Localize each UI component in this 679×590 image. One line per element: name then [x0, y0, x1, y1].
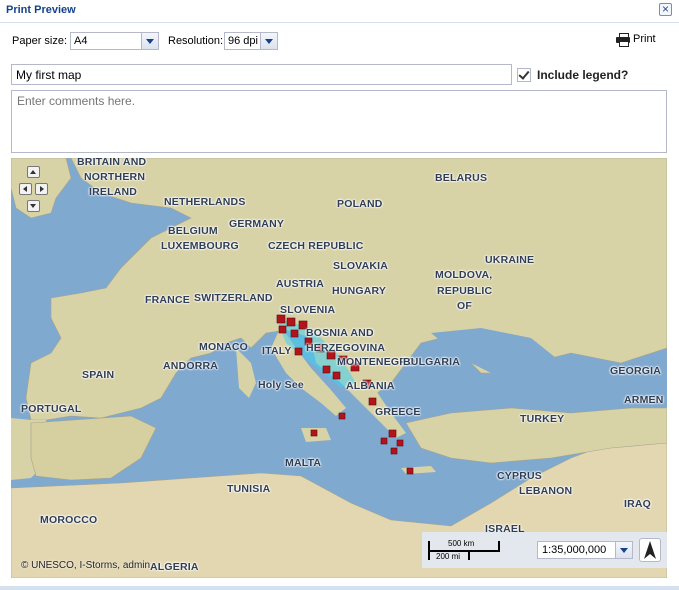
map-label: MOLDOVA, — [435, 269, 493, 281]
site-marker — [322, 365, 331, 374]
site-marker — [368, 397, 377, 406]
map-label: REPUBLIC — [437, 285, 493, 297]
window-titlebar: Print Preview × — [0, 0, 679, 23]
map-label: CYPRUS — [497, 470, 542, 482]
map-label: BRITAIN AND — [77, 158, 147, 168]
map-label: UKRAINE — [485, 254, 535, 266]
resolution-select[interactable]: 96 dpi — [224, 32, 278, 50]
close-icon: × — [661, 2, 669, 16]
resolution-value: 96 dpi — [228, 35, 258, 47]
map-label: GEORGIA — [610, 365, 661, 377]
site-marker — [276, 314, 286, 324]
map-label: SLOVENIA — [280, 304, 336, 316]
site-marker — [388, 429, 397, 438]
paper-size-label: Paper size: — [12, 35, 68, 47]
site-marker — [406, 467, 414, 475]
map-label: ALGERIA — [150, 561, 199, 573]
map-label: Holy See — [258, 379, 304, 391]
window-title: Print Preview — [6, 4, 76, 16]
map-label: LUXEMBOURG — [161, 240, 239, 252]
map-label: BELGIUM — [168, 225, 218, 237]
north-arrow-icon — [639, 538, 661, 562]
pan-right-button[interactable] — [35, 183, 48, 195]
site-marker — [380, 437, 388, 445]
map-label: AUSTRIA — [276, 278, 325, 290]
map-label: ARMEN — [624, 394, 664, 406]
site-marker — [290, 329, 299, 338]
scale-panel: 500 km 200 mi 1:35,000,000 — [422, 532, 667, 568]
map-label: ALBANIA — [346, 380, 395, 392]
map-label: MALTA — [285, 457, 322, 469]
paper-size-select[interactable]: A4 — [70, 32, 159, 50]
map-label: BULGARIA — [403, 356, 461, 368]
map-label: BOSNIA AND — [306, 327, 374, 339]
scale-bar-km: 500 km — [448, 539, 475, 548]
map-label: HUNGARY — [332, 285, 387, 297]
window-bottom-border — [0, 586, 679, 590]
marker-layer — [276, 314, 414, 475]
pan-left-button[interactable] — [19, 183, 32, 195]
pan-down-button[interactable] — [27, 200, 40, 212]
chevron-down-icon[interactable] — [615, 542, 632, 558]
pan-control — [19, 166, 49, 214]
site-marker — [310, 429, 318, 437]
site-marker — [396, 439, 404, 447]
map-label: MOROCCO — [40, 514, 98, 526]
map-label: FRANCE — [145, 294, 190, 306]
map-label: TUNISIA — [227, 483, 271, 495]
map-viewport[interactable]: BRITAIN AND NORTHERN IRELAND NETHERLANDS… — [11, 158, 667, 578]
map-title-input[interactable] — [11, 64, 512, 85]
map-label: NETHERLANDS — [164, 196, 246, 208]
scale-bar: 500 km 200 mi — [428, 538, 500, 561]
map-label: POLAND — [337, 198, 383, 210]
map-label: IRELAND — [89, 186, 138, 198]
map-label: SWITZERLAND — [194, 292, 273, 304]
map-label: OF — [457, 300, 472, 312]
site-marker — [338, 412, 346, 420]
scale-value: 1:35,000,000 — [542, 544, 607, 556]
include-legend-label: Include legend? — [537, 68, 629, 82]
map-label: HERZEGOVINA — [306, 342, 386, 354]
chevron-down-icon[interactable] — [260, 33, 277, 49]
pan-up-button[interactable] — [27, 166, 40, 178]
map-label: BELARUS — [435, 172, 488, 184]
map-label: NORTHERN — [84, 171, 146, 183]
site-marker — [278, 325, 287, 334]
close-button[interactable]: × — [659, 3, 672, 16]
map-label: ANDORRA — [163, 360, 219, 372]
map-label: LEBANON — [519, 485, 573, 497]
map-label: ITALY — [262, 345, 292, 357]
print-button[interactable]: Print — [616, 33, 663, 47]
print-label: Print — [633, 33, 656, 45]
map-label: TURKEY — [520, 413, 565, 425]
map-label: PORTUGAL — [21, 403, 82, 415]
chevron-down-icon[interactable] — [141, 33, 158, 49]
site-marker — [332, 371, 341, 380]
map-label: CZECH REPUBLIC — [268, 240, 364, 252]
map-label: IRAQ — [624, 498, 652, 510]
map-label: SPAIN — [82, 369, 115, 381]
map-label: GREECE — [375, 406, 421, 418]
printer-icon — [616, 33, 631, 47]
site-marker — [294, 347, 303, 356]
comments-textarea[interactable] — [11, 90, 667, 153]
scale-bar-mi: 200 mi — [436, 552, 461, 561]
paper-size-value: A4 — [74, 35, 88, 47]
map-label: SLOVAKIA — [333, 260, 389, 272]
map-attribution: © UNESCO, I-Storms, admin — [21, 560, 151, 571]
site-marker — [286, 317, 296, 327]
map-label: MONACO — [199, 341, 249, 353]
include-legend-checkbox[interactable] — [517, 68, 531, 82]
map-label: GERMANY — [229, 218, 285, 230]
scale-select[interactable]: 1:35,000,000 — [537, 541, 633, 559]
site-marker — [390, 447, 398, 455]
resolution-label: Resolution: — [168, 35, 224, 47]
